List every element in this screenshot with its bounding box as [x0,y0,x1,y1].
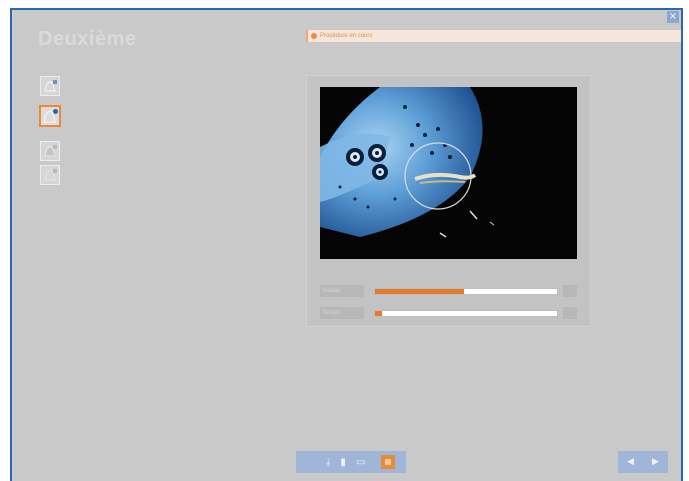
bookmark-icon[interactable]: ▮ [340,457,346,468]
slider-level-track[interactable] [374,287,558,295]
video-panel: Niveau Temps [306,75,591,327]
close-button[interactable]: × [667,11,679,23]
slider-time-track[interactable] [374,309,558,317]
dome-disabled-icon [44,145,57,157]
record-icon [385,459,392,465]
slider-time-end [563,307,577,319]
dome-add-icon [44,80,57,92]
slider-time-label: Temps [320,307,364,319]
download-icon[interactable]: ⤓ [326,457,330,468]
slider-level-end [563,285,577,297]
page-title: Deuxième [38,28,137,50]
slider-level-fill [375,288,465,294]
prev-button[interactable]: ◀ [627,457,634,467]
endoscope-image [320,87,495,238]
tool-dome-disabled[interactable] [40,141,60,161]
film-icon[interactable]: ▭ [356,457,365,468]
slider-time: Temps [320,307,577,319]
slider-level-label: Niveau [320,285,364,297]
endoscope-video[interactable] [320,87,577,259]
warning-icon [311,33,317,39]
app-window: × Deuxième Procédure en cours Niveau Tem… [10,8,683,481]
record-button[interactable] [381,455,396,469]
navigation-buttons: ◀ ▶ [618,451,668,473]
tool-dome-add[interactable] [40,76,60,96]
playback-toolbar: ⤓ ▮ ▭ [296,451,406,473]
next-button[interactable]: ▶ [652,457,659,467]
dome-image-icon [44,169,57,181]
tool-dome-active[interactable] [39,105,61,127]
slider-level: Niveau [320,285,577,297]
info-banner: Procédure en cours [306,30,681,42]
tool-dome-image[interactable] [40,165,60,185]
dome-active-icon [43,109,58,123]
info-message: Procédure en cours [320,33,373,39]
slider-time-fill [375,310,383,316]
